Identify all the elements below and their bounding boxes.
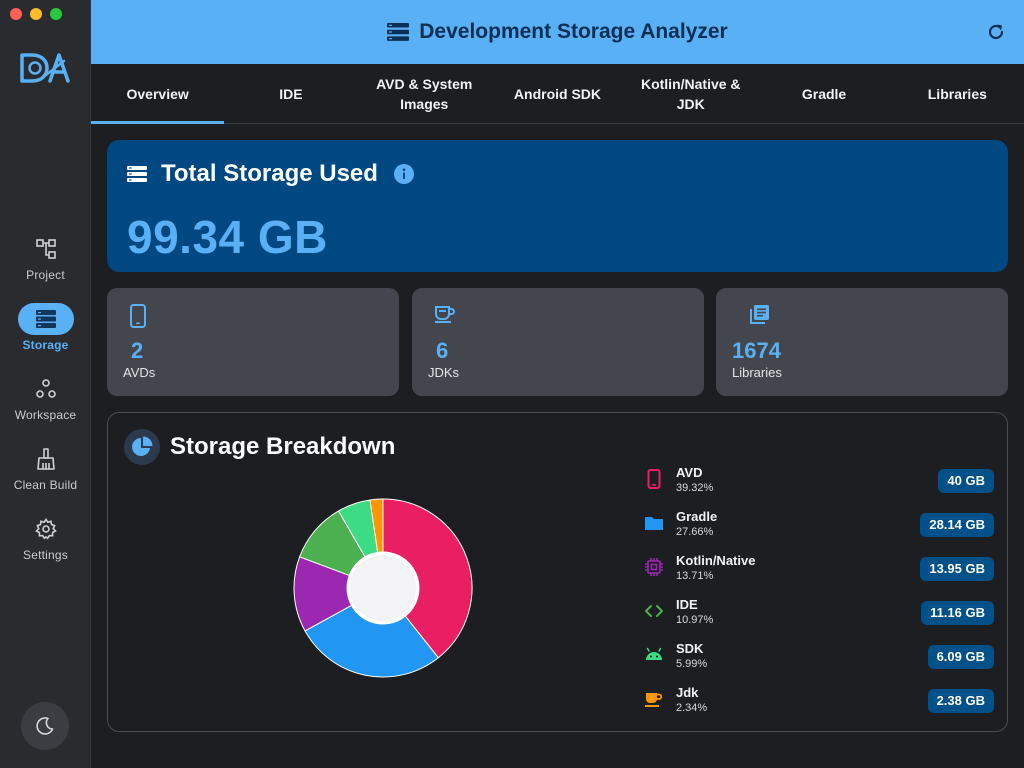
storage-breakdown-header: Storage Breakdown bbox=[124, 429, 395, 465]
total-storage-card: Total Storage Used 99.34 GB bbox=[107, 140, 1008, 272]
sidebar-item-label: Settings bbox=[23, 548, 68, 562]
stat-label: Libraries bbox=[732, 365, 782, 380]
theme-toggle-button[interactable] bbox=[21, 702, 69, 750]
tab-kotlin-native-jdk[interactable]: Kotlin/Native & JDK bbox=[624, 64, 757, 123]
legend-percent: 2.34% bbox=[676, 702, 708, 714]
sidebar-nav: Project Storage Workspace Clean Build Se… bbox=[0, 233, 91, 583]
storage-icon bbox=[387, 23, 410, 41]
size-badge: 13.95 GB bbox=[920, 557, 994, 581]
app-title: Development Storage Analyzer bbox=[419, 20, 728, 43]
sidebar-item-project[interactable]: Project bbox=[0, 233, 91, 303]
sidebar-item-label: Workspace bbox=[14, 408, 77, 422]
legend-percent: 27.66% bbox=[676, 526, 714, 538]
size-badge: 11.16 GB bbox=[921, 601, 994, 625]
broom-icon bbox=[18, 443, 74, 475]
storage-breakdown-title: Storage Breakdown bbox=[170, 433, 396, 460]
sidebar-item-label: Storage bbox=[22, 338, 69, 352]
legend-name: Jdk bbox=[676, 685, 699, 700]
chip-icon bbox=[645, 558, 663, 576]
legend-percent: 13.71% bbox=[676, 570, 714, 582]
legend-name: AVD bbox=[676, 465, 703, 480]
tab-avd-system-images[interactable]: AVD & System Images bbox=[358, 64, 491, 123]
legend-item-avd: AVD 39.32% 40 GB bbox=[644, 459, 994, 503]
tab-ide[interactable]: IDE bbox=[224, 64, 357, 123]
refresh-button[interactable] bbox=[984, 20, 1008, 44]
tab-gradle[interactable]: Gradle bbox=[757, 64, 890, 123]
minimize-window-button[interactable] bbox=[30, 8, 42, 20]
library-icon bbox=[750, 305, 769, 324]
hierarchy-icon bbox=[18, 233, 74, 265]
close-window-button[interactable] bbox=[10, 8, 22, 20]
tab-overview[interactable]: Overview bbox=[91, 64, 225, 124]
refresh-icon bbox=[988, 24, 1004, 40]
legend-item-jdk: Jdk 2.34% 2.38 GB bbox=[644, 679, 994, 723]
coffee-icon bbox=[645, 693, 663, 707]
legend-item-sdk: SDK 5.99% 6.09 GB bbox=[644, 635, 994, 679]
legend-percent: 5.99% bbox=[676, 658, 708, 670]
stat-card-jdks: 6 JDKs bbox=[412, 288, 704, 396]
sidebar-item-label: Project bbox=[26, 268, 65, 282]
sidebar-item-settings[interactable]: Settings bbox=[0, 513, 91, 583]
storage-icon bbox=[17, 303, 74, 335]
sidebar-item-storage[interactable]: Storage bbox=[0, 303, 91, 373]
size-badge: 6.09 GB bbox=[927, 645, 994, 669]
storage-breakdown-legend: AVD 39.32% 40 GB Gradle 27.66% 28.14 GB … bbox=[644, 459, 994, 723]
tab-bar: Overview IDE AVD & System Images Android… bbox=[91, 64, 1024, 124]
total-storage-value: 99.34 GB bbox=[127, 211, 328, 263]
size-badge: 2.38 GB bbox=[927, 689, 994, 713]
stat-card-libraries: 1674 Libraries bbox=[716, 288, 1008, 396]
storage-breakdown-card: Storage Breakdown AVD 39.32% 40 GB Gradl… bbox=[107, 412, 1008, 732]
legend-item-kotlin-native: Kotlin/Native 13.71% 13.95 GB bbox=[644, 547, 994, 591]
stat-label: JDKs bbox=[428, 365, 460, 380]
tab-libraries[interactable]: Libraries bbox=[891, 64, 1024, 123]
size-badge: 40 GB bbox=[938, 469, 994, 493]
size-badge: 28.14 GB bbox=[920, 513, 994, 537]
da-logo-icon bbox=[20, 53, 70, 83]
stat-card-avds: 2 AVDs bbox=[107, 288, 399, 396]
storage-pie-chart bbox=[293, 498, 473, 678]
legend-name: Gradle bbox=[676, 509, 718, 524]
phone-icon bbox=[647, 469, 661, 489]
sidebar-item-label: Clean Build bbox=[13, 478, 78, 492]
moon-icon bbox=[36, 717, 54, 735]
legend-percent: 10.97% bbox=[676, 614, 714, 626]
sidebar: Project Storage Workspace Clean Build Se… bbox=[0, 0, 91, 768]
zoom-window-button[interactable] bbox=[50, 8, 62, 20]
legend-name: IDE bbox=[676, 597, 698, 612]
coffee-icon bbox=[435, 306, 455, 323]
gear-icon bbox=[18, 513, 74, 545]
code-icon bbox=[645, 605, 663, 617]
app-header: Development Storage Analyzer bbox=[91, 0, 1024, 64]
info-icon[interactable] bbox=[393, 164, 414, 184]
pie-hole bbox=[350, 555, 416, 621]
sidebar-item-clean-build[interactable]: Clean Build bbox=[0, 443, 91, 513]
legend-name: Kotlin/Native bbox=[676, 553, 756, 568]
sidebar-item-workspace[interactable]: Workspace bbox=[0, 373, 91, 443]
total-storage-title: Total Storage Used bbox=[161, 160, 378, 187]
android-icon bbox=[646, 647, 662, 660]
pie-chart-icon bbox=[124, 429, 160, 465]
stat-value: 2 bbox=[131, 338, 144, 363]
legend-name: SDK bbox=[676, 641, 704, 656]
legend-percent: 39.32% bbox=[676, 482, 714, 494]
page-title: Development Storage Analyzer bbox=[387, 20, 728, 44]
phone-icon bbox=[130, 304, 146, 328]
workspace-icon bbox=[18, 373, 74, 405]
stat-label: AVDs bbox=[123, 365, 156, 380]
stat-value: 1674 bbox=[732, 338, 781, 363]
tab-android-sdk[interactable]: Android SDK bbox=[491, 64, 624, 123]
storage-icon bbox=[127, 166, 147, 182]
stat-value: 6 bbox=[436, 338, 449, 363]
legend-item-ide: IDE 10.97% 11.16 GB bbox=[644, 591, 994, 635]
legend-item-gradle: Gradle 27.66% 28.14 GB bbox=[644, 503, 994, 547]
total-storage-header: Total Storage Used bbox=[127, 160, 414, 188]
folder-icon bbox=[645, 517, 663, 530]
window-controls bbox=[10, 8, 62, 20]
